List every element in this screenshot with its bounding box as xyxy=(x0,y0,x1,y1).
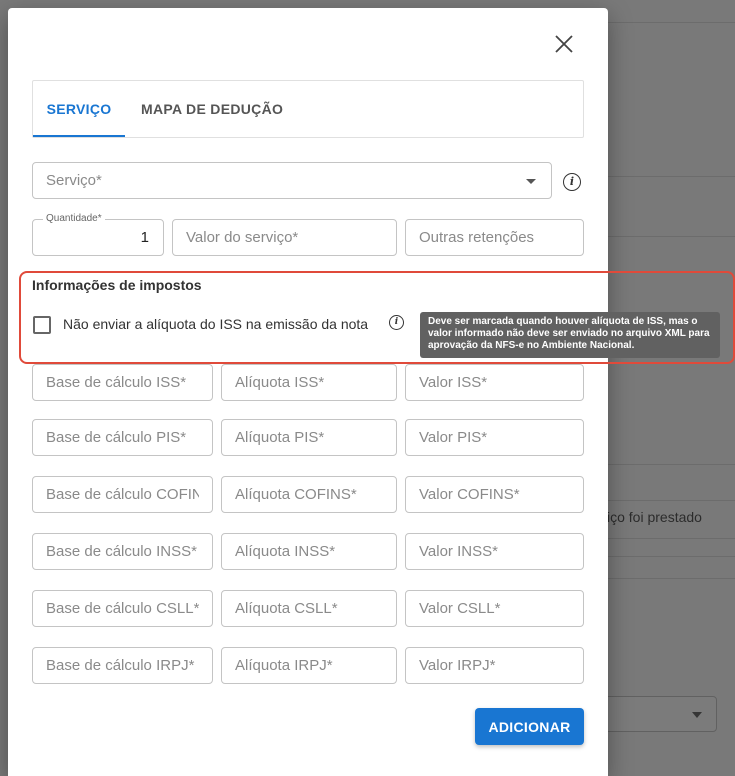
quantity-input[interactable] xyxy=(33,220,163,255)
cofins-value-field[interactable] xyxy=(405,476,584,513)
quantity-label: Quantidade* xyxy=(43,213,105,224)
csll-value-input[interactable] xyxy=(406,591,583,626)
csll-value-field[interactable] xyxy=(405,590,584,627)
iss-base-field[interactable] xyxy=(32,364,213,401)
close-button[interactable] xyxy=(552,32,576,56)
service-select[interactable] xyxy=(32,162,552,199)
inss-value-field[interactable] xyxy=(405,533,584,570)
close-icon xyxy=(555,35,573,53)
irpj-base-field[interactable] xyxy=(32,647,213,684)
pis-rate-input[interactable] xyxy=(222,420,396,455)
inss-rate-input[interactable] xyxy=(222,534,396,569)
info-icon[interactable]: i xyxy=(563,173,581,191)
inss-base-field[interactable] xyxy=(32,533,213,570)
other-withholdings-field[interactable] xyxy=(405,219,584,256)
inss-base-input[interactable] xyxy=(33,534,212,569)
csll-rate-input[interactable] xyxy=(222,591,396,626)
quantity-field[interactable]: Quantidade* xyxy=(32,213,164,256)
iss-rate-field[interactable] xyxy=(221,364,397,401)
irpj-rate-field[interactable] xyxy=(221,647,397,684)
cofins-rate-field[interactable] xyxy=(221,476,397,513)
cofins-rate-input[interactable] xyxy=(222,477,396,512)
irpj-value-field[interactable] xyxy=(405,647,584,684)
pis-value-field[interactable] xyxy=(405,419,584,456)
pis-base-field[interactable] xyxy=(32,419,213,456)
tab-mapa-de-deducao[interactable]: MAPA DE DEDUÇÃO xyxy=(141,81,283,137)
iss-value-field[interactable] xyxy=(405,364,584,401)
tab-bar: SERVIÇO MAPA DE DEDUÇÃO xyxy=(32,80,584,138)
csll-base-input[interactable] xyxy=(33,591,212,626)
skip-iss-rate-checkbox[interactable] xyxy=(33,316,51,334)
csll-rate-field[interactable] xyxy=(221,590,397,627)
tooltip: Deve ser marcada quando houver alíquota … xyxy=(420,312,720,358)
irpj-value-input[interactable] xyxy=(406,648,583,683)
cofins-base-input[interactable] xyxy=(33,477,212,512)
cofins-value-input[interactable] xyxy=(406,477,583,512)
pis-value-input[interactable] xyxy=(406,420,583,455)
other-withholdings-input[interactable] xyxy=(406,220,583,255)
info-icon[interactable]: i xyxy=(389,315,404,330)
cofins-base-field[interactable] xyxy=(32,476,213,513)
inss-rate-field[interactable] xyxy=(221,533,397,570)
iss-rate-input[interactable] xyxy=(222,365,396,400)
skip-iss-rate-label[interactable]: Não enviar a alíquota do ISS na emissão … xyxy=(63,316,368,332)
add-button[interactable]: ADICIONAR xyxy=(475,708,584,745)
service-input[interactable] xyxy=(33,163,551,198)
iss-value-input[interactable] xyxy=(406,365,583,400)
inss-value-input[interactable] xyxy=(406,534,583,569)
irpj-rate-input[interactable] xyxy=(222,648,396,683)
chevron-down-icon xyxy=(526,179,536,184)
irpj-base-input[interactable] xyxy=(33,648,212,683)
pis-rate-field[interactable] xyxy=(221,419,397,456)
service-value-field[interactable] xyxy=(172,219,397,256)
csll-base-field[interactable] xyxy=(32,590,213,627)
taxes-section-title: Informações de impostos xyxy=(32,277,202,293)
add-service-dialog: SERVIÇO MAPA DE DEDUÇÃO i Quantidade* In… xyxy=(8,8,608,776)
iss-base-input[interactable] xyxy=(33,365,212,400)
service-value-input[interactable] xyxy=(173,220,396,255)
pis-base-input[interactable] xyxy=(33,420,212,455)
tab-servico[interactable]: SERVIÇO xyxy=(33,81,125,137)
